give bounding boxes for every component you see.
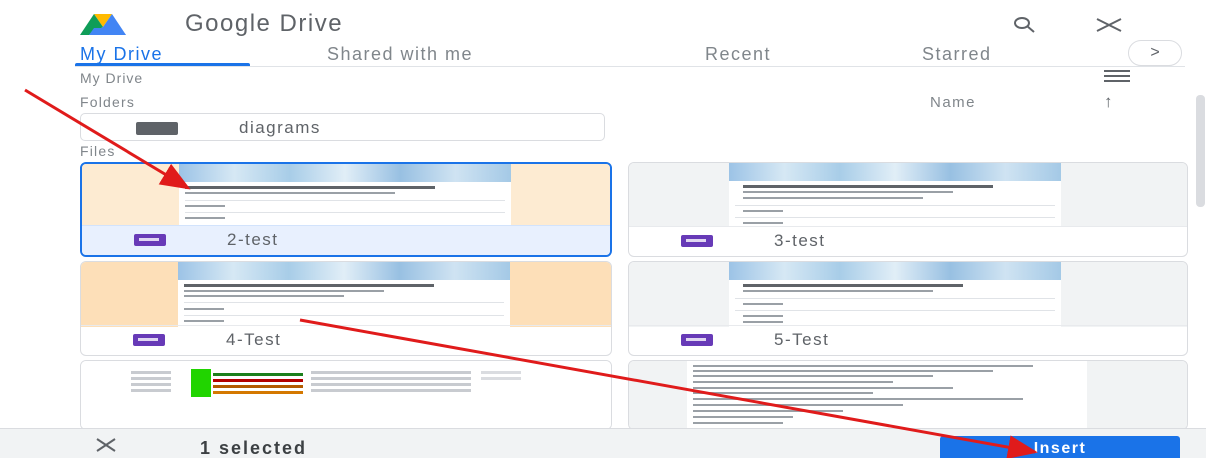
file-card-5-test[interactable]: 5-Test xyxy=(628,261,1188,356)
google-drive-logo-icon xyxy=(80,14,126,35)
folders-heading: Folders xyxy=(80,94,136,110)
form-icon xyxy=(134,234,166,246)
file-name: 4-Test xyxy=(226,330,282,349)
file-card-3-test[interactable]: 3-test xyxy=(628,162,1188,257)
scrollbar-thumb[interactable] xyxy=(1196,95,1205,207)
sort-by-name-button[interactable]: Name xyxy=(930,94,976,111)
search-icon[interactable] xyxy=(1010,10,1040,40)
form-icon xyxy=(681,334,713,346)
files-heading: Files xyxy=(80,143,116,159)
file-name: 3-test xyxy=(774,231,826,250)
tab-recent[interactable]: Recent xyxy=(705,44,771,65)
file-card-spreadsheet[interactable] xyxy=(80,360,612,430)
selected-count: 1 selected xyxy=(200,438,308,458)
file-card-2-test[interactable]: 2-test xyxy=(80,162,612,257)
form-icon xyxy=(133,334,165,346)
document-thumbnail xyxy=(629,361,1187,429)
close-icon[interactable] xyxy=(1094,10,1124,40)
file-thumbnail xyxy=(82,164,610,227)
list-view-icon[interactable] xyxy=(1104,70,1130,84)
sort-direction-icon[interactable]: ↑ xyxy=(1104,92,1113,112)
app-title: Google Drive xyxy=(185,10,344,37)
chevron-right-icon: > xyxy=(1150,44,1160,61)
file-name: 2-test xyxy=(227,230,279,249)
clear-selection-icon[interactable] xyxy=(95,438,117,452)
folder-name: diagrams xyxy=(239,118,321,137)
breadcrumb: My Drive xyxy=(80,70,144,86)
tab-my-drive[interactable]: My Drive xyxy=(80,44,163,65)
insert-button[interactable]: Insert xyxy=(940,436,1180,458)
folder-item[interactable]: diagrams xyxy=(80,113,605,141)
folder-icon xyxy=(136,122,178,135)
file-name: 5-Test xyxy=(774,330,830,349)
file-thumbnail xyxy=(81,262,611,327)
file-card-4-test[interactable]: 4-Test xyxy=(80,261,612,356)
file-thumbnail xyxy=(629,262,1187,327)
tab-starred[interactable]: Starred xyxy=(922,44,992,65)
tabs-divider xyxy=(75,66,1185,67)
file-thumbnail xyxy=(629,163,1187,226)
tab-shared-with-me[interactable]: Shared with me xyxy=(327,44,473,65)
form-icon xyxy=(681,235,713,247)
spreadsheet-thumbnail xyxy=(81,361,611,429)
tabs-scroll-right-button[interactable]: > xyxy=(1128,40,1182,66)
file-card-document[interactable] xyxy=(628,360,1188,430)
